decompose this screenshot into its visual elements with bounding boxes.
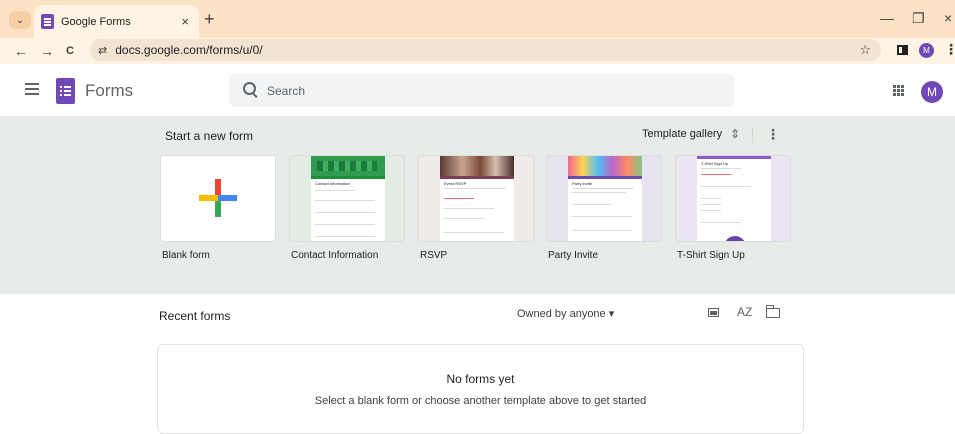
search-input[interactable]	[267, 74, 707, 107]
template-blank-form[interactable]: Blank form	[160, 155, 276, 261]
recent-forms-heading: Recent forms	[159, 309, 231, 323]
browser-tab[interactable]: Google Forms ×	[34, 5, 199, 38]
divider	[752, 127, 753, 143]
template-party-invite[interactable]: Party Invite Party Invite	[546, 155, 662, 261]
form-preview: Party Invite	[568, 176, 642, 241]
empty-state-subtitle: Select a blank form or choose another te…	[314, 395, 647, 407]
template-section: Start a new form Template gallery ⇕ ⋮ Bl…	[0, 116, 955, 294]
forward-button[interactable]: →	[40, 41, 54, 61]
form-preview: T-Shirt Sign Up	[697, 156, 771, 241]
app-header: Forms M	[0, 64, 955, 116]
main-menu-icon[interactable]	[25, 83, 39, 85]
template-thumbnail[interactable]: T-Shirt Sign Up	[675, 155, 791, 242]
list-view-icon[interactable]	[708, 308, 719, 317]
owner-filter-dropdown[interactable]: Owned by anyone ▾	[517, 307, 614, 320]
template-label[interactable]: Contact Information	[291, 250, 405, 261]
template-thumbnail[interactable]: Contact Information	[289, 155, 405, 242]
reload-button[interactable]: C	[66, 41, 74, 61]
search-bar[interactable]	[229, 74, 734, 107]
site-info-icon[interactable]: ⇄	[98, 44, 107, 57]
browser-tabstrip: ⌄ Google Forms × + — ❐ ×	[0, 0, 955, 38]
more-options-icon[interactable]: ⋮	[766, 127, 780, 141]
template-label[interactable]: Party Invite	[548, 250, 662, 261]
template-thumbnail[interactable]: Event RSVP	[418, 155, 534, 242]
forms-logo-icon[interactable]	[56, 78, 75, 104]
restore-button[interactable]: ❐	[912, 10, 925, 27]
template-contact-information[interactable]: Contact Information Contact Information	[289, 155, 405, 261]
header-image	[311, 156, 385, 176]
template-gallery-button[interactable]: Template gallery	[642, 128, 722, 140]
app-title[interactable]: Forms	[85, 81, 133, 101]
sort-az-icon[interactable]: AZ	[737, 305, 752, 319]
section-heading: Start a new form	[165, 129, 254, 143]
template-label[interactable]: RSVP	[420, 250, 534, 261]
template-label[interactable]: Blank form	[162, 250, 276, 261]
template-tshirt-sign-up[interactable]: T-Shirt Sign Up T-Shirt Sign Up	[675, 155, 791, 261]
plus-icon	[199, 179, 237, 217]
header-image	[568, 156, 642, 176]
bookmark-star-icon[interactable]: ☆	[859, 42, 871, 58]
browser-profile-avatar[interactable]: M	[919, 43, 934, 58]
empty-state-card: No forms yet Select a blank form or choo…	[157, 344, 804, 434]
form-preview: Event RSVP	[440, 176, 514, 241]
template-thumbnail[interactable]: Party Invite	[546, 155, 662, 242]
account-avatar[interactable]: M	[921, 81, 943, 103]
template-thumbnail[interactable]	[160, 155, 276, 242]
google-apps-icon[interactable]	[893, 85, 896, 88]
unfold-icon[interactable]: ⇕	[730, 126, 740, 142]
folder-icon[interactable]	[765, 305, 780, 318]
search-icon[interactable]	[243, 82, 256, 95]
tab-title: Google Forms	[61, 15, 131, 28]
form-preview: Contact Information	[311, 176, 385, 241]
browser-menu-icon[interactable]: ⋮	[944, 41, 955, 58]
close-window-button[interactable]: ×	[944, 10, 952, 26]
template-rsvp[interactable]: Event RSVP RSVP	[418, 155, 534, 261]
minimize-button[interactable]: —	[880, 10, 894, 26]
url-text[interactable]: docs.google.com/forms/u/0/	[115, 43, 262, 57]
template-label[interactable]: T-Shirt Sign Up	[677, 250, 791, 261]
address-bar[interactable]: ⇄ docs.google.com/forms/u/0/ ☆	[90, 39, 881, 61]
browser-toolbar: ← → C ⇄ docs.google.com/forms/u/0/ ☆ M ⋮	[0, 38, 955, 64]
back-button[interactable]: ←	[14, 41, 28, 61]
side-panel-icon[interactable]	[897, 45, 908, 55]
empty-state-title: No forms yet	[446, 372, 515, 386]
header-image	[440, 156, 514, 176]
tab-close-icon[interactable]: ×	[181, 14, 189, 29]
new-tab-button[interactable]: +	[204, 9, 215, 29]
tab-list-button[interactable]: ⌄	[9, 11, 31, 29]
forms-favicon-icon	[41, 14, 54, 29]
